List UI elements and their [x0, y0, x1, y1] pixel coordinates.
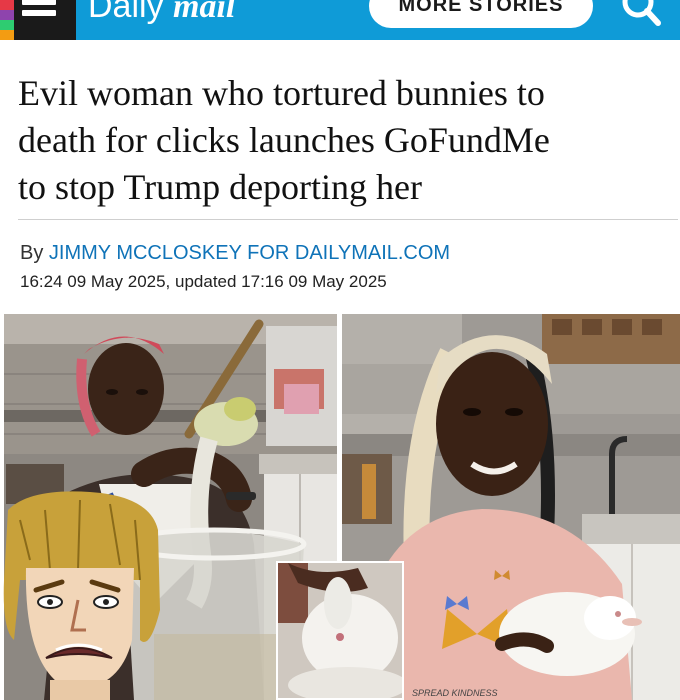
divider — [18, 219, 678, 220]
search-icon[interactable] — [618, 0, 664, 32]
more-stories-button[interactable]: MORE STORIES — [369, 0, 593, 28]
headline-line: to stop Trump deporting her — [18, 167, 423, 207]
cartoon-disgusted-face — [0, 490, 160, 700]
site-logo[interactable]: Daily mail — [88, 0, 235, 26]
article-headline: Evil woman who tortured bunnies to death… — [18, 70, 668, 211]
inset-rabbit-photo[interactable] — [276, 561, 404, 700]
author-link[interactable]: JIMMY MCCLOSKEY FOR DAILYMAIL.COM — [49, 242, 450, 264]
top-navigation-bar: Daily mail MORE STORIES — [0, 0, 680, 40]
publish-dateline: 16:24 09 May 2025, updated 17:16 09 May … — [20, 272, 387, 291]
byline-prefix: By — [20, 242, 49, 264]
sweatshirt-text: SPREAD KINDNESS — [412, 688, 498, 698]
headline-line: Evil woman who tortured bunnies to — [18, 73, 545, 113]
menu-icon[interactable] — [0, 0, 76, 40]
headline-line: death for clicks launches GoFundMe — [18, 120, 550, 160]
byline: By JIMMY MCCLOSKEY FOR DAILYMAIL.COM — [20, 242, 450, 265]
